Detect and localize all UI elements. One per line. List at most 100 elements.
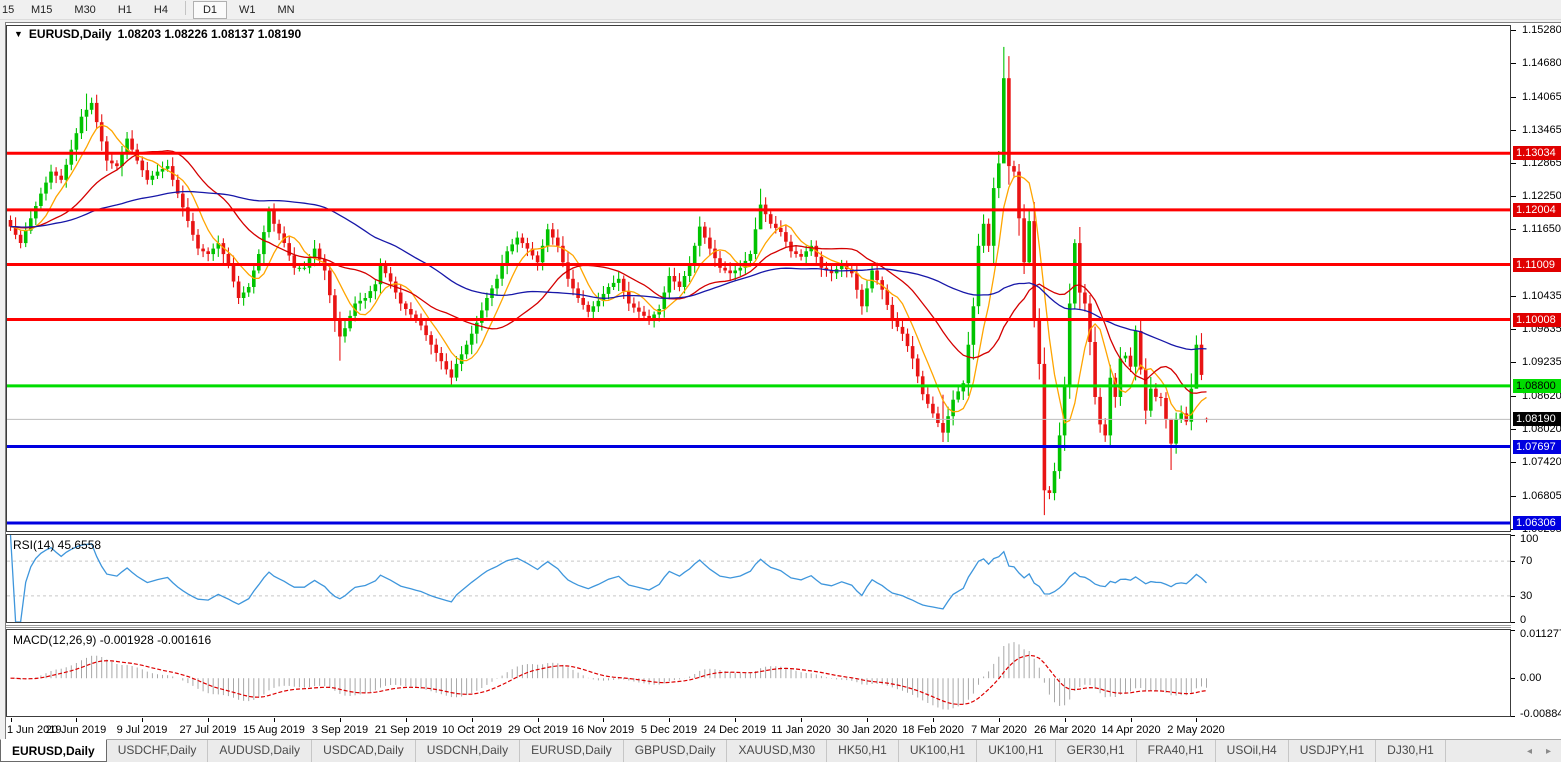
time-tick-label: 14 Apr 2020 [1101,724,1161,736]
chart-symbol-label: EURUSD,Daily [28,27,112,41]
chart-tab-fra40-h1[interactable]: FRA40,H1 [1137,740,1216,762]
price-tick-label: 1.09235 [1522,356,1561,368]
chart-tab-xauusd-m30[interactable]: XAUUSD,M30 [727,740,828,762]
time-tick-mark [999,718,1000,722]
rsi-tick-mark [1511,596,1515,597]
price-tick-mark [1511,130,1516,131]
time-tick-mark [274,718,275,722]
macd-panel[interactable]: MACD(12,26,9) -0.001928 -0.001616 [6,629,1511,717]
tab-scroll-right-icon[interactable]: ▸ [1546,746,1551,757]
timeframe-buttons: M15 M30 H1 H4 D1 W1 MN [20,0,306,19]
chart-tab-usdcnh-daily[interactable]: USDCNH,Daily [416,740,521,762]
time-tick-label: 15 Aug 2019 [243,724,305,736]
price-tick-mark [1511,63,1516,64]
rsi-axis-label: 0 [1520,614,1527,626]
timeframe-button-w1[interactable]: W1 [229,1,266,19]
time-tick-label: 26 Mar 2020 [1034,724,1096,736]
time-tick-mark [340,718,341,722]
tab-scroll-controls: ◂ ▸ [1517,740,1561,762]
price-chart-panel[interactable] [6,25,1511,532]
price-tick-label: 1.14680 [1522,57,1561,69]
time-tick-label: 24 Dec 2019 [703,724,767,736]
time-tick-mark [472,718,473,722]
timeframe-button-d1[interactable]: D1 [192,0,227,19]
timeframe-button-m15[interactable]: M15 [21,1,62,19]
time-tick-mark [867,718,868,722]
price-level-badge: 1.10008 [1513,313,1561,327]
rsi-axis-label: 100 [1520,533,1539,545]
chart-tab-dj30-h1[interactable]: DJ30,H1 [1376,740,1446,762]
time-tick-mark [801,718,802,722]
chart-tab-usdjpy-h1[interactable]: USDJPY,H1 [1289,740,1377,762]
price-tick-label: 1.12250 [1522,190,1561,202]
rsi-panel[interactable]: RSI(14) 45.6558 [6,534,1511,623]
price-tick-label: 1.13465 [1522,124,1561,136]
chart-tab-uk100-h1[interactable]: UK100,H1 [977,740,1056,762]
rsi-label: RSI(14) 45.6558 [13,538,102,552]
time-tick-label: 29 Oct 2019 [508,724,568,736]
timeframe-button-partial[interactable]: 15 [1,1,19,19]
price-level-badge: 1.08800 [1513,379,1561,393]
time-tick-label: 27 Jul 2019 [179,724,237,736]
price-level-badge: 1.08190 [1513,412,1561,426]
time-tick-mark [1196,718,1197,722]
timeframe-button-h4[interactable]: H4 [144,1,178,19]
chart-tab-hk50-h1[interactable]: HK50,H1 [827,740,899,762]
time-tick-mark [406,718,407,722]
time-tick-mark [1065,718,1066,722]
price-tick-mark [1511,296,1516,297]
price-level-badge: 1.13034 [1513,146,1561,160]
rsi-tick-mark [1511,535,1515,536]
chart-tab-eurusd-daily[interactable]: EURUSD,Daily [0,739,107,762]
rsi-axis-label: 70 [1520,555,1533,567]
price-tick-mark [1511,362,1516,363]
rsi-axis-label: 30 [1520,590,1533,602]
chevron-down-icon[interactable]: ▼ [14,29,23,39]
time-tick-mark [11,718,12,722]
price-tick-mark [1511,229,1516,230]
chart-tab-ger30-h1[interactable]: GER30,H1 [1056,740,1137,762]
price-tick-label: 1.11650 [1522,223,1561,235]
chart-tab-usdchf-daily[interactable]: USDCHF,Daily [107,740,209,762]
price-tick-label: 1.14065 [1522,91,1561,103]
price-level-badge: 1.12004 [1513,203,1561,217]
timeframe-button-h1[interactable]: H1 [108,1,142,19]
chart-tab-usoil-h4[interactable]: USOil,H4 [1216,740,1289,762]
time-tick-mark [735,718,736,722]
chart-window: ▼ EURUSD,Daily 1.08203 1.08226 1.08137 1… [5,22,1561,740]
price-tick-mark [1511,196,1516,197]
chart-tab-eurusd-daily[interactable]: EURUSD,Daily [520,740,624,762]
time-axis: 1 Jun 2019 20 Jun 2019 9 Jul 2019 27 Jul 20… [6,718,1561,740]
price-level-badge: 1.11009 [1513,258,1561,272]
chart-tab-uk100-h1[interactable]: UK100,H1 [899,740,978,762]
panel-splitter[interactable] [6,625,1511,628]
price-tick-mark [1511,429,1516,430]
price-tick-mark [1511,329,1516,330]
timeframe-button-mn[interactable]: MN [268,1,305,19]
rsi-tick-mark [1511,561,1515,562]
price-tick-mark [1511,30,1516,31]
time-tick-mark [1131,718,1132,722]
chart-ohlc-values: 1.08203 1.08226 1.08137 1.08190 [117,27,302,41]
macd-axis-label: 0.011277 [1520,628,1561,640]
time-tick-label: 2 May 2020 [1167,724,1225,736]
time-tick-mark [76,718,77,722]
time-tick-label: 21 Sep 2019 [374,724,438,736]
chart-tab-usdcad-daily[interactable]: USDCAD,Daily [312,740,416,762]
time-tick-label: 3 Sep 2019 [311,724,369,736]
time-tick-mark [142,718,143,722]
time-tick-mark [538,718,539,722]
timeframe-button-m30[interactable]: M30 [64,1,105,19]
time-tick-label: 30 Jan 2020 [836,724,898,736]
tab-scroll-left-icon[interactable]: ◂ [1527,746,1532,757]
time-tick-label: 9 Jul 2019 [116,724,168,736]
price-tick-mark [1511,97,1516,98]
price-tick-label: 1.06805 [1522,490,1561,502]
time-tick-label: 16 Nov 2019 [571,724,635,736]
macd-tick-mark [1511,630,1515,631]
chart-tabs: EURUSD,Daily USDCHF,Daily AUDUSD,Daily USDC… [0,739,1446,762]
chart-tab-gbpusd-daily[interactable]: GBPUSD,Daily [624,740,728,762]
chart-tab-audusd-daily[interactable]: AUDUSD,Daily [208,740,313,762]
time-tick-mark [603,718,604,722]
price-tick-mark [1511,496,1516,497]
